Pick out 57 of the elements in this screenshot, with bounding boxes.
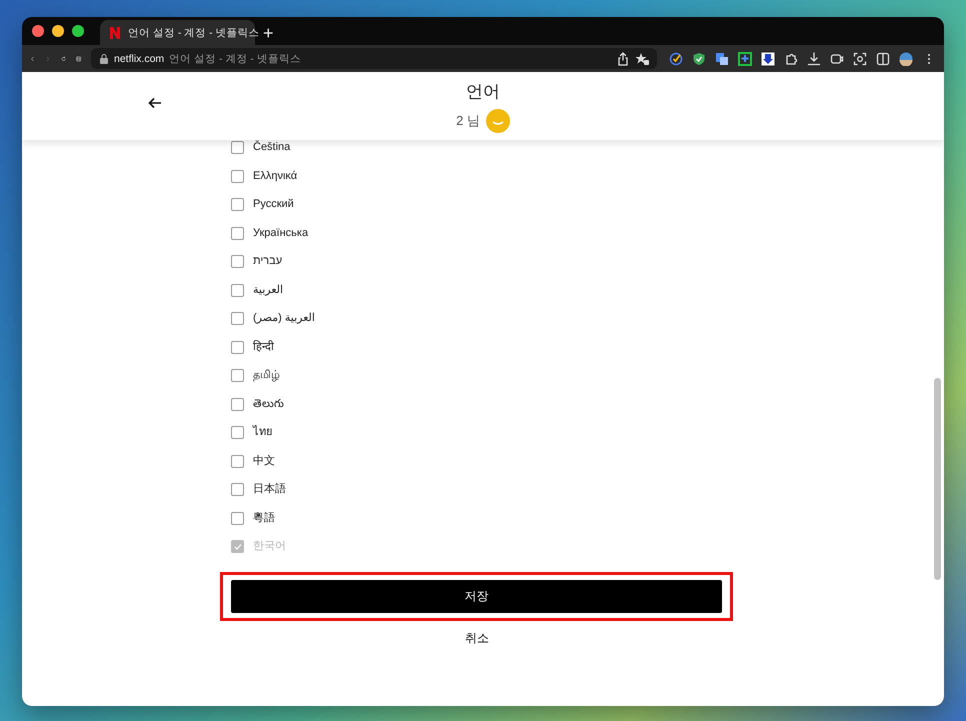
address-bar[interactable]: netflix.com 언어 설정 - 계정 - 넷플릭스 — [91, 48, 657, 69]
checkbox[interactable] — [231, 512, 244, 524]
share-icon[interactable] — [616, 52, 630, 66]
avatar-icon[interactable] — [899, 52, 913, 66]
cancel-button[interactable]: 취소 — [459, 628, 495, 648]
checkbox[interactable] — [231, 255, 244, 268]
language-option[interactable]: Русский — [231, 197, 723, 226]
check-circle-icon[interactable] — [669, 52, 683, 66]
logo-icon — [108, 26, 122, 40]
address-page-title: 언어 설정 - 계정 - 넷플릭스 — [169, 52, 301, 66]
save-button[interactable]: 저장 — [231, 580, 722, 612]
puzzle-icon[interactable] — [784, 52, 798, 66]
scrollbar-thumb[interactable] — [934, 378, 941, 580]
language-option[interactable]: Čeština — [231, 140, 723, 168]
checkbox[interactable] — [231, 312, 244, 325]
screenshot-icon[interactable] — [853, 52, 867, 66]
language-option[interactable]: العربية (مصر) — [231, 311, 723, 340]
checkbox[interactable] — [231, 454, 244, 468]
page-title: 언어 — [466, 80, 500, 102]
language-option[interactable]: 日本語 — [231, 482, 723, 510]
language-option[interactable]: 粵語 — [231, 510, 723, 539]
language-option[interactable]: Українська — [231, 226, 723, 254]
checkbox[interactable] — [231, 198, 244, 211]
language-option[interactable]: ไทย — [231, 425, 723, 454]
plus-box-icon[interactable] — [738, 52, 752, 66]
split-view-icon[interactable] — [876, 52, 890, 66]
checkbox[interactable] — [231, 284, 244, 296]
checkbox[interactable] — [231, 141, 244, 154]
language-option[interactable]: తెలుగు — [231, 396, 723, 425]
profile-avatar-icon — [486, 108, 510, 132]
address-domain: netflix.com — [114, 52, 164, 64]
lock-icon — [99, 52, 109, 64]
language-option[interactable]: Ελληνικά — [231, 168, 723, 197]
maximize-icon[interactable] — [72, 25, 84, 37]
language-option[interactable]: العربية — [231, 282, 723, 311]
profile-name: 2 님 — [456, 112, 480, 130]
download-arrow-icon[interactable] — [761, 52, 775, 66]
check-icon — [234, 542, 242, 550]
minimize-icon[interactable] — [52, 25, 64, 37]
checkbox[interactable] — [231, 426, 244, 439]
language-option[interactable]: 中文 — [231, 454, 723, 482]
checkbox[interactable] — [231, 369, 244, 382]
new-tab-button[interactable]: + — [259, 24, 278, 42]
language-option[interactable]: தமிழ் — [231, 368, 723, 396]
language-option[interactable]: हिन्दी — [231, 340, 723, 368]
language-option[interactable]: עברית — [231, 254, 723, 282]
translate-icon[interactable] — [715, 52, 729, 66]
shield-icon[interactable] — [692, 52, 706, 66]
close-icon[interactable] — [32, 25, 44, 37]
back-button[interactable] — [148, 97, 162, 109]
checkbox[interactable] — [231, 340, 244, 354]
bookmarks-icon[interactable] — [635, 52, 649, 66]
checkbox[interactable] — [231, 483, 244, 496]
checkbox[interactable] — [231, 170, 244, 182]
download-icon[interactable] — [807, 52, 821, 66]
checkbox[interactable] — [231, 398, 244, 410]
checkbox[interactable] — [231, 226, 244, 240]
